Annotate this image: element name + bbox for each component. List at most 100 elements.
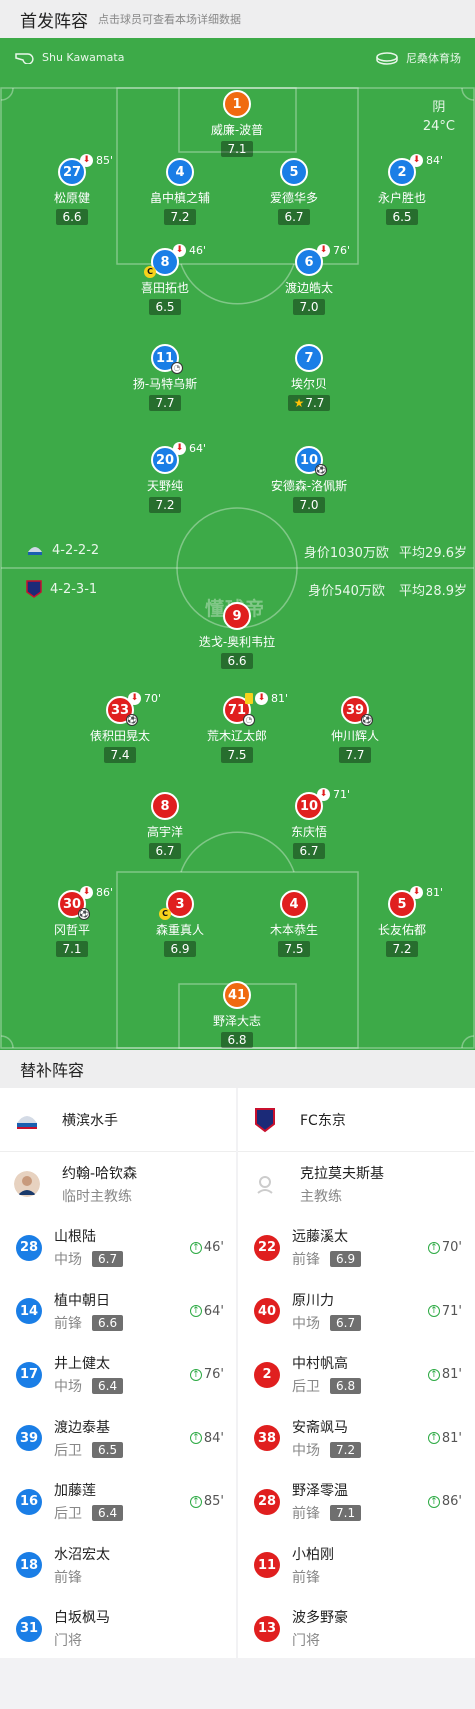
sub-on-arrow-icon: ↑	[427, 1495, 440, 1508]
player-marker[interactable]: 10 ⬇ 71' 东庆悟 6.7	[249, 788, 369, 859]
sub-on-minute: 85'	[203, 1494, 224, 1509]
sub-off-minute: 86'	[96, 886, 114, 899]
player-marker[interactable]: 33 ⬇ 70' ⚽ 俵积田晃太 7.4	[60, 692, 180, 763]
player-marker[interactable]: 7 埃尔贝 7.7	[249, 344, 369, 411]
sub-player-position: 中场 6.4	[54, 1376, 124, 1396]
home-formation-label: 4-2-2-2	[52, 542, 100, 558]
away-crest-icon	[26, 580, 42, 598]
sub-player-info: 植中朝日前锋 6.6	[54, 1290, 124, 1333]
sub-player-name: 加藤莲	[54, 1483, 96, 1500]
sub-off-indicator: ⬇ 84'	[410, 154, 443, 167]
sub-player-row[interactable]: 13 波多野豪 门将	[238, 1597, 474, 1661]
sub-off-arrow-icon: ⬇	[317, 244, 330, 257]
sub-player-row[interactable]: 28 野泽零温 前锋 7.1 ↑ 86'	[238, 1470, 474, 1534]
home-value: 身价1030万欧	[303, 546, 389, 561]
player-rating: 7.7	[149, 395, 181, 411]
player-rating: 7.5	[278, 941, 310, 957]
sub-player-pos-label: 前锋	[292, 1252, 320, 1269]
player-marker[interactable]: 3 C 森重真人 6.9	[120, 890, 240, 957]
sub-player-position: 前锋 7.1	[292, 1503, 362, 1523]
sub-on-minute: 64'	[203, 1303, 224, 1319]
home-avg-age: 平均29.6岁	[399, 546, 467, 561]
sub-player-row[interactable]: 18 水沼宏太 前锋	[0, 1534, 236, 1598]
sub-player-row[interactable]: 11 小柏刚 前锋	[238, 1534, 474, 1598]
sub-player-name: 原川力	[292, 1292, 334, 1309]
player-disc-wrap: 9	[223, 602, 251, 630]
sub-player-row[interactable]: 17 井上健太 中场 6.4 ↑ 76'	[0, 1343, 236, 1407]
home-coach[interactable]: 约翰-哈钦森 临时主教练	[0, 1152, 236, 1216]
player-marker[interactable]: 8 ⬇ 46' C 喜田拓也 6.5	[105, 244, 225, 315]
whistle-icon	[15, 53, 34, 64]
player-disc-wrap: 7	[295, 344, 323, 372]
sub-player-name: 渡边泰基	[54, 1419, 110, 1436]
player-marker[interactable]: 4 木本恭生 7.5	[234, 890, 354, 957]
sub-player-position: 后卫 6.8	[292, 1376, 362, 1396]
sub-player-name: 植中朝日	[54, 1292, 110, 1309]
sub-player-row[interactable]: 28 山根陆 中场 6.7 ↑ 46'	[0, 1216, 236, 1280]
sub-player-number: 28	[254, 1488, 280, 1515]
player-marker[interactable]: 20 ⬇ 64' 天野纯 7.2	[105, 442, 225, 513]
player-number: 41	[223, 981, 251, 1009]
player-name: 野泽大志	[212, 1014, 261, 1028]
player-marker[interactable]: 5 ⬇ 81' 长友佑都 7.2	[342, 886, 462, 957]
player-marker[interactable]: 30 ⬇ 86' ⚽ 冈哲平 7.1	[12, 886, 132, 957]
sub-player-pos-label: 后卫	[292, 1379, 320, 1396]
player-rating: 7.2	[164, 209, 196, 225]
player-rating: 6.7	[278, 209, 310, 225]
player-name: 长友佑都	[377, 923, 426, 937]
sub-player-row[interactable]: 38 安斋飒马 中场 7.2 ↑ 81'	[238, 1407, 474, 1471]
player-marker[interactable]: 6 ⬇ 76' 渡边皓太 7.0	[249, 244, 369, 315]
player-marker[interactable]: 4 畠中槙之辅 7.2	[120, 158, 240, 225]
away-coach[interactable]: 克拉莫夫斯基 主教练	[238, 1152, 474, 1216]
player-marker[interactable]: 41 野泽大志 6.8	[177, 981, 297, 1048]
sub-off-minute: 71'	[333, 788, 351, 801]
sub-off-arrow-icon: ⬇	[410, 886, 423, 899]
player-marker[interactable]: 39 ⚽ 仲川辉人 7.7	[295, 696, 415, 763]
player-marker[interactable]: 1 威廉-波普 7.1	[177, 90, 297, 157]
player-marker[interactable]: 11 ◔ 扬-马特乌斯 7.7	[105, 344, 225, 411]
venue-name: 尼桑体育场	[406, 52, 461, 65]
player-marker[interactable]: 8 高宇洋 6.7	[105, 792, 225, 859]
player-disc-wrap: 71 ⬇ 81' ◔	[223, 692, 288, 726]
player-marker[interactable]: 9 迭戈-奥利韦拉 6.6	[177, 602, 297, 669]
player-number: 7	[295, 344, 323, 372]
sub-player-number: 11	[254, 1552, 280, 1579]
sub-player-row[interactable]: 2 中村帆高 后卫 6.8 ↑ 81'	[238, 1343, 474, 1407]
sub-player-row[interactable]: 14 植中朝日前锋 6.6 ↑ 64'	[0, 1280, 236, 1344]
away-formation: 4-2-3-1	[26, 580, 97, 598]
sub-player-row[interactable]: 16 加藤莲 后卫 6.4 ↑ 85'	[0, 1470, 236, 1534]
sub-player-pos-label: 中场	[292, 1315, 320, 1332]
sub-player-row[interactable]: 39 渡边泰基 后卫 6.5 ↑ 84'	[0, 1407, 236, 1471]
player-disc-wrap: 8 ⬇ 46' C	[144, 244, 206, 278]
player-name: 俵积田晃太	[89, 729, 150, 743]
stadium-icon	[376, 52, 398, 65]
player-rating: 7.1	[56, 941, 88, 957]
home-team-stats: 身价1030万欧 平均29.6岁	[304, 542, 467, 561]
player-marker[interactable]: 71 ⬇ 81' ◔ 荒木辽太郎 7.5	[177, 692, 297, 763]
sub-player-pos-label: 前锋	[292, 1506, 320, 1523]
player-marker[interactable]: 10 ⚽ 安德森-洛佩斯 7.0	[249, 446, 369, 513]
sub-player-row[interactable]: 22 远藤溪太 前锋 6.9 ↑ 70'	[238, 1216, 474, 1280]
sub-player-number: 16	[16, 1488, 42, 1515]
sub-player-rating: 6.6	[92, 1314, 124, 1331]
player-number: 1	[223, 90, 251, 118]
sub-player-position: 门将	[54, 1630, 110, 1650]
player-rating: 7.1	[221, 141, 253, 157]
sub-player-number: 14	[16, 1298, 42, 1325]
sub-player-number: 18	[16, 1552, 42, 1579]
sub-off-minute: 81'	[426, 886, 444, 899]
player-marker[interactable]: 2 ⬇ 84' 永户胜也 6.5	[342, 154, 462, 225]
away-subs-team[interactable]: FC东京	[238, 1088, 474, 1152]
sub-off-indicator: ⬇ 71'	[317, 788, 350, 801]
sub-player-row[interactable]: 31 白坂枫马 门将	[0, 1597, 236, 1661]
sub-on-arrow-icon: ↑	[189, 1305, 202, 1317]
sub-player-row[interactable]: 40 原川力 中场 6.7 ↑ 71'	[238, 1280, 474, 1344]
player-marker[interactable]: 27 ⬇ 85' 松原健 6.6	[12, 154, 132, 225]
player-disc-wrap: 1	[223, 90, 251, 118]
sub-player-pos-label: 前锋	[54, 1315, 82, 1332]
player-disc-wrap: 6 ⬇ 76'	[295, 244, 350, 276]
assist-icon: ◔	[171, 362, 183, 374]
player-marker[interactable]: 5 爱德华多 6.7	[234, 158, 354, 225]
home-subs-team[interactable]: 横滨水手	[0, 1088, 236, 1152]
sub-on-minute: 84'	[203, 1430, 224, 1446]
